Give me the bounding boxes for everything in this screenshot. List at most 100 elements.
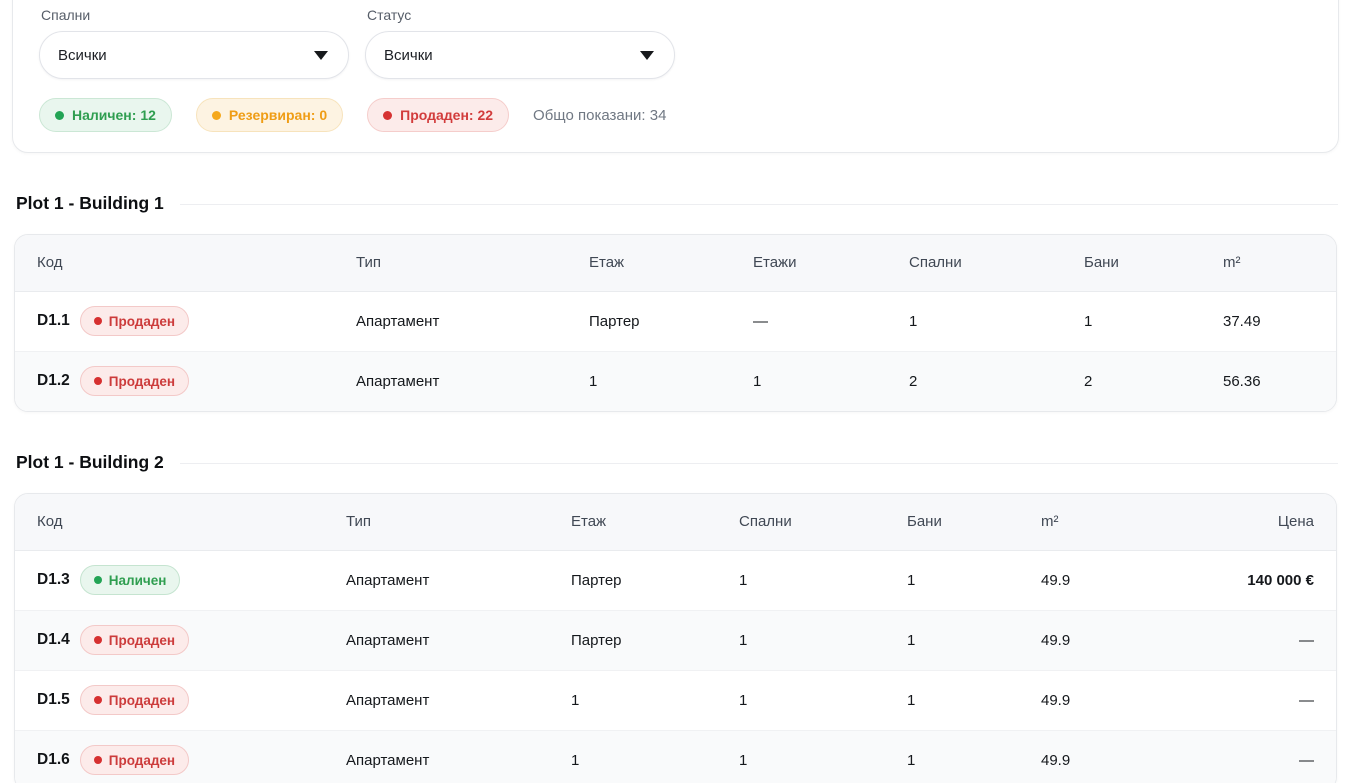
listings-page: Спални Всички Статус Всички Наличен: 12 bbox=[0, 0, 1358, 783]
cell-area: 49.9 bbox=[1041, 751, 1071, 769]
status-badge: Продаден bbox=[79, 745, 190, 776]
filters-row: Спални Всички Статус Всички bbox=[39, 7, 1312, 79]
col-header-floors: Етажи bbox=[753, 235, 909, 292]
cell-area: 49.9 bbox=[1041, 550, 1181, 611]
bedrooms-filter: Спални Всички bbox=[39, 7, 349, 79]
unit-code: D1.5 bbox=[37, 691, 70, 708]
unit-code: D1.3 bbox=[37, 571, 70, 588]
cell-floor: 1 bbox=[571, 751, 580, 769]
table-header-row: Код Тип Етаж Спални Бани m² Цена bbox=[15, 494, 1336, 551]
col-header-baths: Бани bbox=[1084, 235, 1223, 292]
col-header-area: m² bbox=[1223, 235, 1336, 292]
section-title: Plot 1 - Building 1 bbox=[16, 193, 164, 213]
table-header-row: Код Тип Етаж Етажи Спални Бани m² bbox=[15, 235, 1336, 292]
cell-baths: 1 bbox=[907, 610, 1041, 671]
cell-floors: — bbox=[753, 291, 909, 352]
status-dot-icon bbox=[93, 576, 102, 584]
status-badge-label: Продаден bbox=[108, 373, 176, 389]
status-badge-label: Продаден bbox=[108, 752, 176, 768]
unit-code: D1.1 bbox=[37, 312, 70, 329]
status-filter: Статус Всички bbox=[365, 7, 675, 79]
filters-card: Спални Всички Статус Всички Наличен: 12 bbox=[12, 0, 1339, 153]
col-header-bedrooms: Спални bbox=[909, 235, 1084, 292]
cell-bedrooms: 1 bbox=[739, 751, 748, 769]
cell-price: 140 000 € bbox=[1181, 550, 1336, 611]
table-row[interactable]: D1.4 Продаден Апартамент Партер 1 1 49.9… bbox=[15, 610, 1336, 671]
chevron-down-icon bbox=[640, 50, 654, 60]
col-header-code: Код bbox=[15, 494, 346, 551]
bedrooms-select-value: Всички bbox=[58, 46, 107, 64]
cell-bedrooms: 1 bbox=[739, 610, 907, 671]
unit-code: D1.2 bbox=[37, 372, 70, 390]
cell-bedrooms: 1 bbox=[739, 550, 907, 611]
sold-count-badge[interactable]: Продаден: 22 bbox=[367, 98, 510, 132]
status-dot-icon bbox=[93, 317, 102, 325]
total-shown-label: Общо показани: 34 bbox=[533, 106, 667, 124]
cell-bedrooms: 1 bbox=[909, 291, 1084, 352]
cell-area: 56.36 bbox=[1223, 372, 1261, 390]
cell-floor: Партер bbox=[589, 291, 753, 352]
status-badge-label: Наличен bbox=[108, 572, 167, 588]
green-dot-icon bbox=[55, 110, 64, 120]
units-table-building-2: Код Тип Етаж Спални Бани m² Цена D1.3 На… bbox=[14, 493, 1337, 783]
cell-price: — bbox=[1181, 670, 1336, 731]
cell-bedrooms: 1 bbox=[739, 670, 907, 731]
available-count-badge[interactable]: Наличен: 12 bbox=[39, 98, 172, 132]
reserved-count-badge[interactable]: Резервиран: 0 bbox=[195, 98, 344, 132]
cell-floor: 1 bbox=[571, 670, 739, 731]
status-dot-icon bbox=[93, 377, 102, 386]
status-select[interactable]: Всички bbox=[365, 31, 675, 79]
section-header-building-1: Plot 1 - Building 1 bbox=[16, 193, 1342, 214]
cell-price: — bbox=[1181, 610, 1336, 671]
bedrooms-filter-label: Спални bbox=[41, 7, 91, 23]
table-row[interactable]: D1.6 Продаден Апартамент 1 1 1 49.9 — bbox=[15, 730, 1336, 783]
cell-price: — bbox=[1299, 751, 1314, 769]
cell-floors: 1 bbox=[753, 372, 762, 390]
table-row[interactable]: D1.3 Наличен Апартамент Партер 1 1 49.9 … bbox=[15, 550, 1336, 611]
section-header-building-2: Plot 1 - Building 2 bbox=[16, 452, 1342, 473]
section-title: Plot 1 - Building 2 bbox=[16, 452, 164, 472]
bedrooms-select[interactable]: Всички bbox=[39, 31, 349, 79]
col-header-bedrooms: Спални bbox=[739, 494, 907, 551]
table-row[interactable]: D1.5 Продаден Апартамент 1 1 1 49.9 — bbox=[15, 670, 1336, 731]
status-badge-label: Продаден bbox=[108, 632, 176, 648]
cell-type: Апартамент bbox=[346, 751, 430, 769]
cell-code: D1.5 Продаден bbox=[15, 670, 346, 731]
col-header-code: Код bbox=[15, 235, 356, 292]
cell-type: Апартамент bbox=[356, 291, 589, 352]
status-badge-label: Продаден bbox=[108, 313, 176, 329]
col-header-area: m² bbox=[1041, 494, 1181, 551]
unit-code: D1.4 bbox=[37, 631, 70, 648]
cell-type: Апартамент bbox=[346, 610, 571, 671]
status-badge: Наличен bbox=[79, 565, 181, 595]
status-badge: Продаден bbox=[79, 685, 190, 715]
orange-dot-icon bbox=[211, 110, 221, 120]
cell-baths: 1 bbox=[1084, 291, 1223, 352]
cell-code: D1.6 Продаден bbox=[15, 730, 346, 783]
cell-type: Апартамент bbox=[356, 372, 440, 390]
status-badge: Продаден bbox=[79, 625, 190, 655]
section-divider bbox=[179, 204, 1338, 205]
col-header-floor: Етаж bbox=[589, 235, 753, 292]
col-header-floor: Етаж bbox=[571, 494, 739, 551]
status-dot-icon bbox=[93, 636, 102, 644]
status-badge-label: Продаден bbox=[108, 692, 176, 708]
col-header-type: Тип bbox=[356, 235, 589, 292]
sold-count-label: Продаден: 22 bbox=[400, 107, 494, 123]
cell-code: D1.1 Продаден bbox=[15, 291, 356, 352]
chevron-down-icon bbox=[314, 50, 328, 60]
col-header-type: Тип bbox=[346, 494, 571, 551]
status-dot-icon bbox=[93, 696, 102, 704]
reserved-count-label: Резервиран: 0 bbox=[228, 107, 328, 123]
unit-code: D1.6 bbox=[37, 751, 70, 769]
section-divider bbox=[179, 463, 1338, 464]
table-row[interactable]: D1.2 Продаден Апартамент 1 1 2 2 56.36 bbox=[15, 351, 1336, 411]
status-filter-label: Статус bbox=[367, 7, 412, 23]
status-select-value: Всички bbox=[384, 46, 433, 64]
status-badge: Продаден bbox=[79, 306, 190, 336]
cell-area: 37.49 bbox=[1223, 291, 1336, 352]
cell-floor: Партер bbox=[571, 550, 739, 611]
cell-baths: 1 bbox=[907, 670, 1041, 731]
table-row[interactable]: D1.1 Продаден Апартамент Партер — 1 1 37… bbox=[15, 291, 1336, 352]
status-badge: Продаден bbox=[79, 366, 190, 397]
